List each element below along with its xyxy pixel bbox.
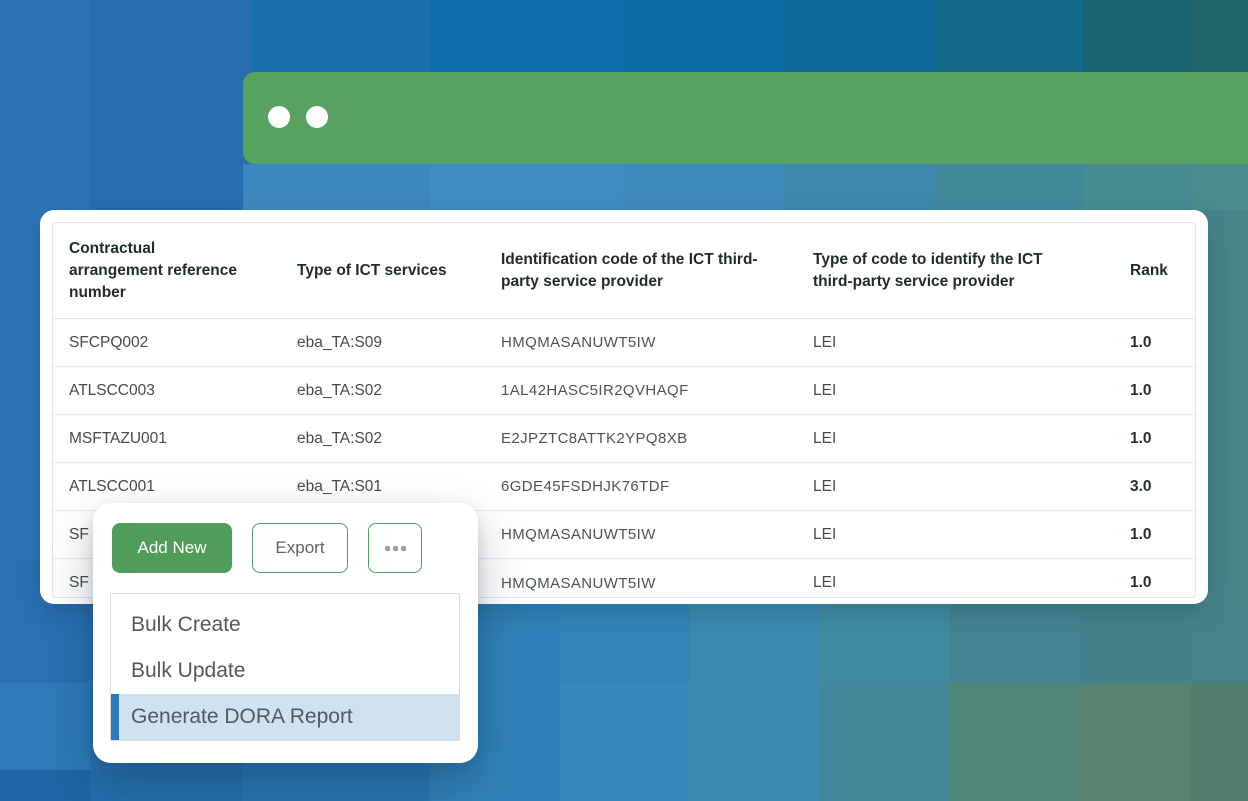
mosaic-tile (950, 683, 1080, 801)
table-cell: HMQMASANUWT5IW (501, 575, 813, 592)
table-cell: LEI (813, 526, 1130, 544)
ellipsis-icon (385, 546, 390, 551)
menu-item-label: Bulk Create (131, 613, 241, 637)
table-cell: SFCPQ002 (69, 334, 297, 352)
ellipsis-icon (401, 546, 406, 551)
table-row[interactable]: ATLSCC003 eba_TA:S02 1AL42HASC5IR2QVHAQF… (53, 367, 1195, 415)
table-cell: ATLSCC001 (69, 478, 297, 496)
mosaic-tile (0, 683, 90, 770)
menu-item-bulk-update[interactable]: Bulk Update (111, 648, 459, 694)
mosaic-tile (1080, 683, 1190, 801)
mosaic-tile (820, 604, 950, 683)
mosaic-tile (90, 0, 252, 72)
mosaic-tile (243, 164, 430, 210)
table-cell: LEI (813, 382, 1130, 400)
actions-popup: Add New Export Bulk Create Bulk Update G… (93, 503, 478, 763)
mosaic-tile (90, 770, 243, 801)
mosaic-tile (560, 683, 690, 801)
add-new-button[interactable]: Add New (112, 523, 232, 573)
table-cell: 1.0 (1130, 382, 1196, 400)
table-row[interactable]: SFCPQ002 eba_TA:S09 HMQMASANUWT5IW LEI 1… (53, 319, 1195, 367)
mosaic-tile (1190, 0, 1248, 72)
export-button[interactable]: Export (252, 523, 348, 573)
mosaic-tile (783, 0, 933, 72)
mosaic-tile (820, 683, 950, 801)
table-cell: LEI (813, 478, 1130, 496)
screenshot-root: Contractual arrangement reference number… (0, 0, 1248, 801)
mosaic-tile (1080, 604, 1190, 683)
table-cell: eba_TA:S09 (297, 334, 501, 352)
mosaic-tile (0, 770, 90, 801)
table-cell: 3.0 (1130, 478, 1196, 496)
table-cell: E2JPZTC8ATTK2YPQ8XB (501, 430, 813, 447)
mosaic-tile (430, 164, 623, 210)
mosaic-tile (1190, 164, 1248, 210)
table-cell: HMQMASANUWT5IW (501, 526, 813, 543)
column-header: Contractual arrangement reference number (69, 238, 297, 304)
active-item-indicator (111, 694, 119, 740)
mosaic-tile (623, 164, 783, 210)
table-cell: 6GDE45FSDHJK76TDF (501, 478, 813, 495)
mosaic-tile (252, 0, 430, 72)
mosaic-tile (0, 0, 90, 72)
window-dot-icon (268, 106, 290, 128)
column-header: Type of code to identify the ICT third-p… (813, 249, 1130, 293)
mosaic-tile (933, 0, 1083, 72)
table-cell: 1AL42HASC5IR2QVHAQF (501, 382, 813, 399)
table-cell: HMQMASANUWT5IW (501, 334, 813, 351)
mosaic-tile (90, 72, 252, 210)
table-cell: eba_TA:S01 (297, 478, 501, 496)
table-cell: 1.0 (1130, 430, 1196, 448)
menu-item-bulk-create[interactable]: Bulk Create (111, 602, 459, 648)
table-cell: MSFTAZU001 (69, 430, 297, 448)
mosaic-tile (1190, 683, 1248, 801)
table-cell: LEI (813, 574, 1130, 592)
column-header: Type of ICT services (297, 260, 501, 282)
actions-toolbar: Add New Export (112, 523, 422, 573)
mosaic-tile (783, 164, 933, 210)
table-cell: eba_TA:S02 (297, 382, 501, 400)
ellipsis-icon (393, 546, 398, 551)
mosaic-tile (430, 0, 623, 72)
window-titlebar (243, 72, 1248, 164)
menu-item-generate-dora-report[interactable]: Generate DORA Report (111, 694, 459, 740)
mosaic-tile (950, 604, 1080, 683)
table-cell: 1.0 (1130, 526, 1196, 544)
mosaic-tile (933, 164, 1083, 210)
table-cell: ATLSCC003 (69, 382, 297, 400)
column-header: Identification code of the ICT third-par… (501, 249, 813, 293)
window-dot-icon (306, 106, 328, 128)
table-cell: LEI (813, 334, 1130, 352)
mosaic-tile (690, 604, 820, 801)
table-cell: 1.0 (1130, 334, 1196, 352)
table-row[interactable]: MSFTAZU001 eba_TA:S02 E2JPZTC8ATTK2YPQ8X… (53, 415, 1195, 463)
mosaic-tile (623, 0, 783, 72)
menu-item-label: Bulk Update (131, 659, 245, 683)
table-cell: LEI (813, 430, 1130, 448)
mosaic-tile (1190, 604, 1248, 683)
table-cell: eba_TA:S02 (297, 430, 501, 448)
more-actions-menu: Bulk Create Bulk Update Generate DORA Re… (110, 593, 460, 741)
mosaic-tile (560, 604, 690, 683)
table-cell: 1.0 (1130, 574, 1196, 592)
mosaic-tile (243, 770, 430, 801)
table-header-row: Contractual arrangement reference number… (53, 223, 1195, 319)
menu-item-label: Generate DORA Report (131, 705, 353, 729)
column-header: Rank (1130, 260, 1196, 282)
mosaic-tile (1083, 164, 1190, 210)
mosaic-tile (1083, 0, 1190, 72)
more-actions-button[interactable] (368, 523, 422, 573)
